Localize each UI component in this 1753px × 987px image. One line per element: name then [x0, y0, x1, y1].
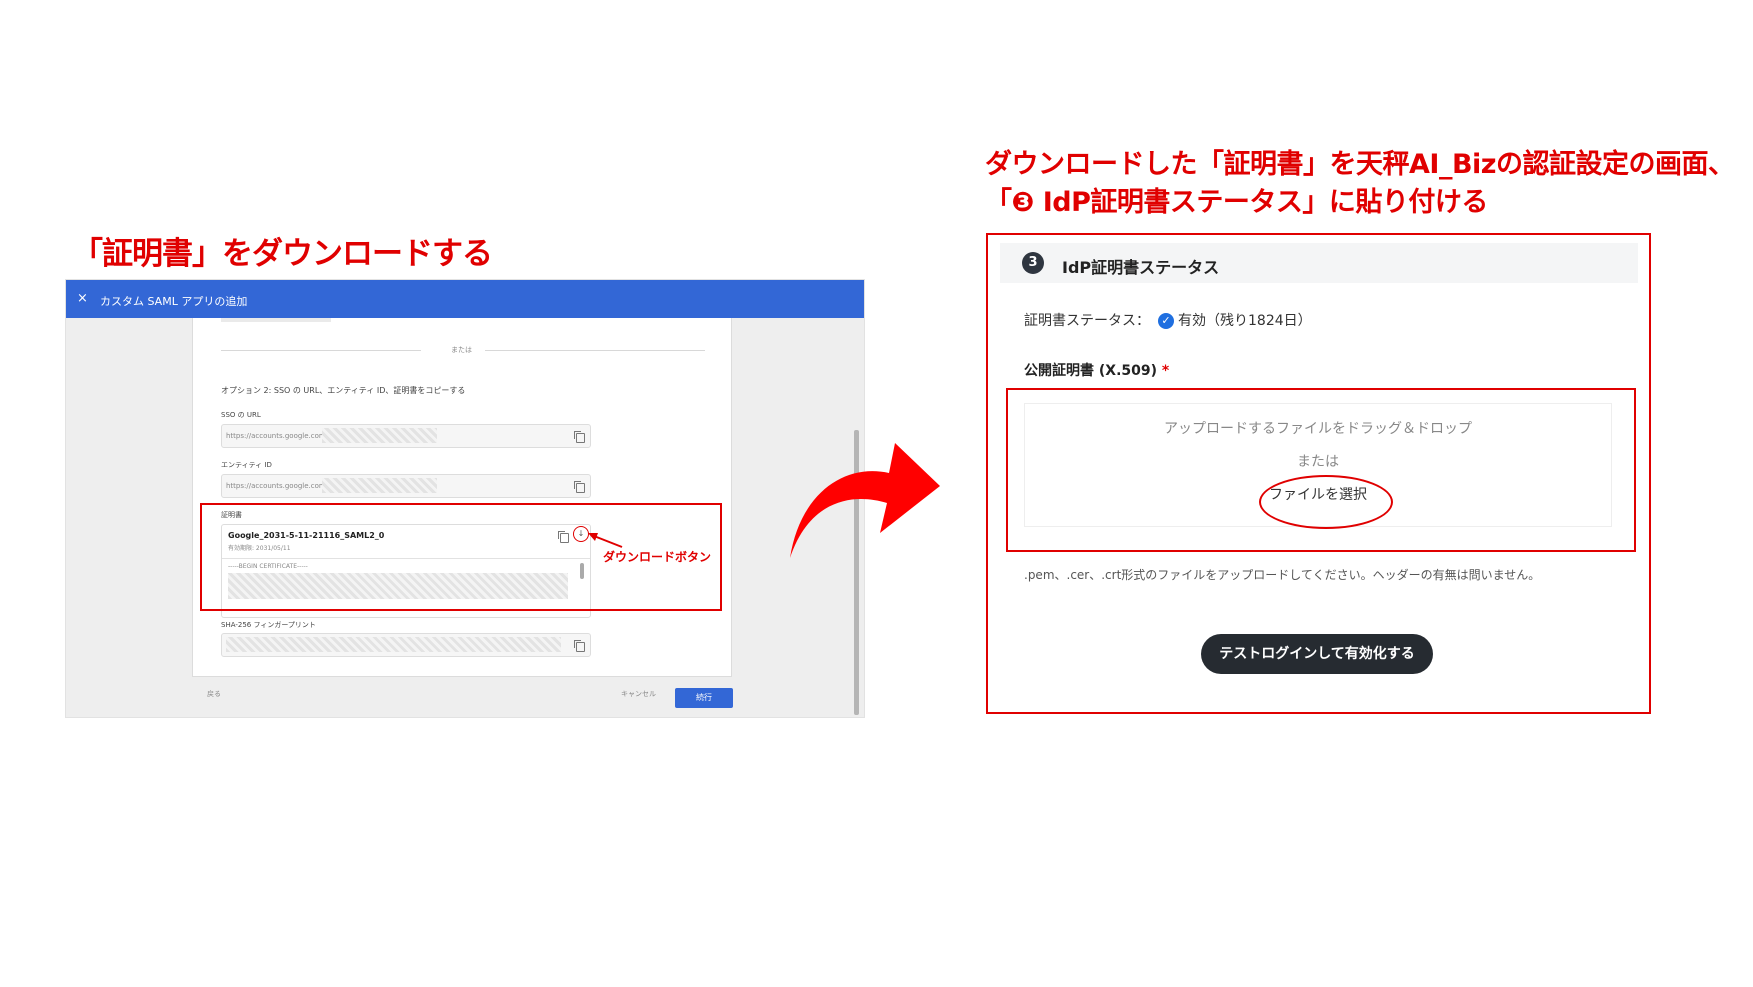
- entity-id-label: エンティティ ID: [221, 461, 272, 469]
- download-annotation: ダウンロードボタン: [603, 550, 712, 564]
- sha-label: SHA-256 フィンガープリント: [221, 621, 316, 629]
- continue-button[interactable]: 続行: [675, 688, 733, 708]
- status-value: 有効（残り1824日）: [1178, 313, 1312, 329]
- left-heading: 「証明書」をダウンロードする: [72, 236, 493, 272]
- back-button[interactable]: 戻る: [207, 689, 221, 699]
- section-number-badge: 3: [1022, 252, 1044, 274]
- sha-field[interactable]: [221, 633, 591, 657]
- redacted-area: [322, 428, 437, 443]
- file-drop-zone[interactable]: アップロードするファイルをドラッグ＆ドロップ または ファイルを選択: [1024, 403, 1612, 529]
- curved-arrow: [790, 443, 940, 558]
- entity-id-value: https://accounts.google.com/: [226, 482, 329, 490]
- or-text: または: [1297, 454, 1339, 470]
- required-mark: *: [1161, 363, 1170, 379]
- copy-icon[interactable]: [574, 431, 585, 443]
- or-divider-text: または: [451, 346, 472, 354]
- topbar: × カスタム SAML アプリの追加: [66, 280, 864, 318]
- certificate-status-row: 証明書ステータス： ✓ 有効（残り1824日）: [1024, 310, 1312, 330]
- option2-text: オプション 2: SSO の URL、エンティティ ID、証明書をコピーする: [221, 386, 466, 395]
- test-login-button[interactable]: テストログインして有効化する: [1201, 634, 1433, 674]
- file-format-hint: .pem、.cer、.crt形式のファイルをアップロードしてください。ヘッダーの…: [1024, 568, 1541, 582]
- idp-certificate-panel: 3 IdP証明書ステータス 証明書ステータス： ✓ 有効（残り1824日） 公開証明…: [986, 233, 1651, 714]
- topbar-title: カスタム SAML アプリの追加: [100, 295, 248, 308]
- settings-card: または オプション 2: SSO の URL、エンティティ ID、証明書をコピー…: [192, 318, 732, 677]
- section-title: IdP証明書ステータス: [1062, 258, 1220, 277]
- google-admin-screenshot: × カスタム SAML アプリの追加 または オプション 2: SSO の UR…: [65, 279, 865, 718]
- status-label: 証明書ステータス：: [1024, 313, 1150, 329]
- cancel-button[interactable]: キャンセル: [621, 689, 656, 699]
- public-cert-label: 公開証明書 (X.509) *: [1024, 360, 1169, 380]
- public-cert-label-text: 公開証明書 (X.509): [1024, 363, 1158, 379]
- divider-right: [485, 350, 705, 351]
- field-remnant: [221, 318, 331, 322]
- copy-icon[interactable]: [574, 640, 585, 652]
- entity-id-field[interactable]: https://accounts.google.com/: [221, 474, 591, 498]
- sso-url-field[interactable]: https://accounts.google.com/: [221, 424, 591, 448]
- sso-url-label: SSO の URL: [221, 411, 261, 419]
- right-heading: ダウンロードした「証明書」を天秤AI_Bizの認証設定の画面、 「❸ IdP証明…: [985, 146, 1735, 222]
- right-heading-line2: 「❸ IdP証明書ステータス」に貼り付ける: [985, 187, 1488, 218]
- redacted-area: [226, 637, 561, 652]
- drop-instruction: アップロードするファイルをドラッグ＆ドロップ: [1164, 421, 1472, 437]
- redacted-area: [322, 478, 437, 493]
- right-heading-line1: ダウンロードした「証明書」を天秤AI_Bizの認証設定の画面、: [985, 149, 1735, 180]
- select-file-highlight: [1259, 475, 1393, 529]
- close-icon[interactable]: ×: [77, 291, 88, 306]
- sso-url-value: https://accounts.google.com/: [226, 432, 329, 440]
- check-circle-icon: ✓: [1158, 313, 1174, 329]
- copy-icon[interactable]: [574, 481, 585, 493]
- divider-left: [221, 350, 421, 351]
